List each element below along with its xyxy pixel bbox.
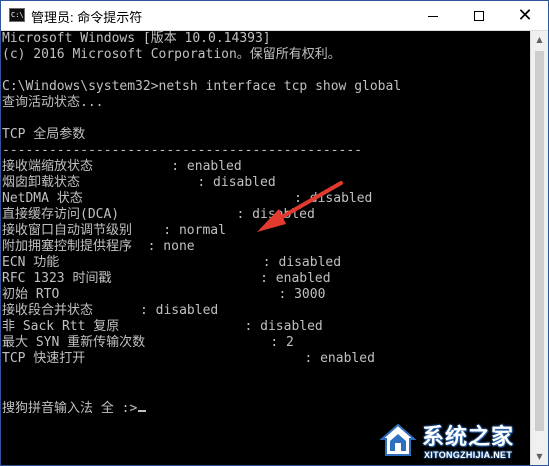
cmd-app-icon[interactable]: C:\ bbox=[9, 8, 25, 22]
console-line: 接收段合并状态 : disabled bbox=[2, 303, 219, 318]
text-cursor bbox=[138, 410, 147, 412]
ime-status-line: 搜狗拼音输入法 全 :> bbox=[2, 401, 147, 417]
console-line: NetDMA 状态 : disabled bbox=[2, 191, 373, 206]
console-line: 附加拥塞控制提供程序 : none bbox=[2, 239, 195, 254]
console-line: 接收窗口自动调节级别 : normal bbox=[2, 223, 226, 238]
scrollbar-thumb[interactable] bbox=[535, 51, 544, 431]
watermark-brand-cn: 系统之家 bbox=[422, 425, 515, 450]
scroll-up-arrow-icon[interactable]: ▲ bbox=[531, 31, 548, 48]
console-line: C:\Windows\system32>netsh interface tcp … bbox=[2, 79, 402, 94]
close-button[interactable]: ✕ bbox=[502, 1, 548, 30]
console-line: TCP 全局参数 bbox=[2, 127, 86, 142]
console-line: 最大 SYN 重新传输次数 : 2 bbox=[2, 335, 294, 350]
console-line: ----------------------------------------… bbox=[2, 143, 363, 158]
console-line: 直接缓存访问(DCA) : disabled bbox=[2, 207, 315, 222]
console-line: ECN 功能 : disabled bbox=[2, 255, 342, 270]
console-line: Microsoft Windows [版本 10.0.14393] bbox=[2, 31, 271, 46]
maximize-icon bbox=[474, 11, 484, 21]
console-line: (c) 2016 Microsoft Corporation。保留所有权利。 bbox=[2, 47, 341, 62]
ime-status-text: 搜狗拼音输入法 全 :> bbox=[2, 401, 138, 416]
vertical-scrollbar[interactable]: ▲ ▼ bbox=[530, 31, 548, 465]
house-logo-icon bbox=[379, 423, 417, 456]
minimize-icon bbox=[428, 16, 438, 17]
console-output[interactable]: Microsoft Windows [版本 10.0.14393] (c) 20… bbox=[1, 31, 530, 465]
console-line: 非 Sack Rtt 复原 : disabled bbox=[2, 319, 323, 334]
minimize-button[interactable] bbox=[410, 1, 456, 30]
command-prompt-window: C:\ 管理员: 命令提示符 ✕ Microsoft Windows [版本 1… bbox=[0, 0, 549, 466]
console-line: RFC 1323 时间戳 : enabled bbox=[2, 271, 331, 286]
site-watermark: 系统之家 XITONGZHIJIA.NET bbox=[374, 415, 549, 466]
maximize-button[interactable] bbox=[456, 1, 502, 30]
watermark-brand-en: XITONGZHIJIA.NET bbox=[424, 450, 513, 460]
console-line: 初始 RTO : 3000 bbox=[2, 287, 326, 302]
title-bar[interactable]: C:\ 管理员: 命令提示符 ✕ bbox=[1, 1, 548, 31]
window-title: 管理员: 命令提示符 bbox=[31, 10, 143, 25]
console-line: 查询活动状态... bbox=[2, 95, 104, 110]
console-line: TCP 快速打开 : enabled bbox=[2, 351, 375, 366]
close-icon: ✕ bbox=[517, 5, 533, 26]
console-line: 接收端缩放状态 : enabled bbox=[2, 159, 242, 174]
console-line: 烟囱卸载状态 : disabled bbox=[2, 175, 276, 190]
